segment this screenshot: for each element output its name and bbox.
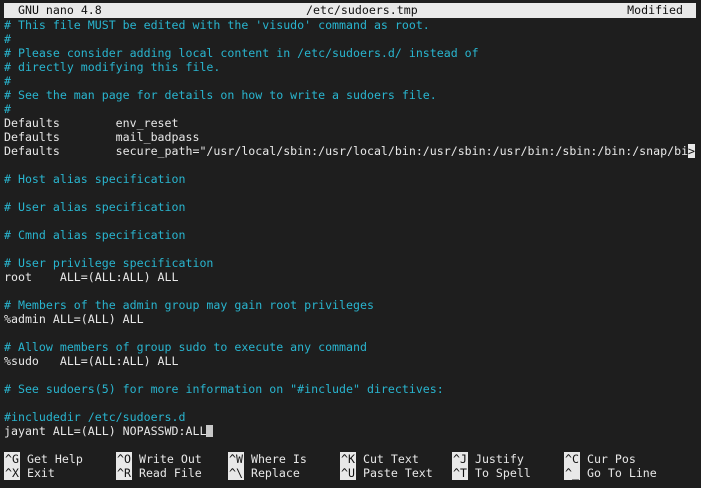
- shortcut-item[interactable]: ^G Get Help: [4, 452, 83, 466]
- editor-line[interactable]: jayant ALL=(ALL) NOPASSWD:ALL: [4, 424, 701, 438]
- editor-line-text: jayant ALL=(ALL) NOPASSWD:ALL: [4, 424, 207, 438]
- editor-line-text: # User alias specification: [4, 200, 186, 214]
- editor-line[interactable]: [4, 326, 701, 340]
- modified-status: Modified: [627, 3, 683, 17]
- editor-line[interactable]: # See the man page for details on how to…: [4, 88, 701, 102]
- editor-line-text: #: [4, 74, 11, 88]
- editor-version: GNU nano 4.8: [18, 3, 102, 17]
- editor-line-text: root ALL=(ALL:ALL) ALL: [4, 270, 179, 284]
- editor-line[interactable]: # Host alias specification: [4, 172, 701, 186]
- editor-line[interactable]: # Please consider adding local content i…: [4, 46, 701, 60]
- editor-line-text: Defaults mail_badpass: [4, 130, 200, 144]
- shortcut-item[interactable]: ^C Cur Pos: [564, 452, 636, 466]
- editor-line[interactable]: # User alias specification: [4, 200, 701, 214]
- editor-line-text: %admin ALL=(ALL) ALL: [4, 312, 144, 326]
- editor-line-text: # Please consider adding local content i…: [4, 46, 479, 60]
- shortcut-label: Cut Text: [362, 452, 419, 466]
- shortcut-item[interactable]: ^R Read File: [116, 466, 202, 480]
- editor-line[interactable]: Defaults mail_badpass: [4, 130, 701, 144]
- editor-line[interactable]: [4, 368, 701, 382]
- editor-line-text: #: [4, 32, 11, 46]
- shortcut-label: Read File: [138, 466, 202, 480]
- shortcut-key: ^K: [340, 452, 356, 466]
- shortcut-key: ^_: [564, 466, 580, 480]
- editor-line[interactable]: Defaults secure_path="/usr/local/sbin:/u…: [4, 144, 701, 158]
- editor-line[interactable]: %sudo ALL=(ALL:ALL) ALL: [4, 354, 701, 368]
- editor-line-text: Defaults env_reset: [4, 116, 179, 130]
- editor-line-text: # User privilege specification: [4, 256, 214, 270]
- shortcut-label: Justify: [474, 452, 524, 466]
- shortcut-label: Exit: [26, 466, 55, 480]
- shortcut-key: ^J: [452, 452, 468, 466]
- shortcut-key: ^O: [116, 452, 132, 466]
- nano-title-bar: GNU nano 4.8 /etc/sudoers.tmp Modified: [4, 3, 696, 18]
- editor-line[interactable]: # User privilege specification: [4, 256, 701, 270]
- shortcut-item[interactable]: ^U Paste Text: [340, 466, 433, 480]
- editor-line[interactable]: root ALL=(ALL:ALL) ALL: [4, 270, 701, 284]
- editor-line-text: # See sudoers(5) for more information on…: [4, 382, 444, 396]
- editor-line[interactable]: # See sudoers(5) for more information on…: [4, 382, 701, 396]
- shortcut-label: Cur Pos: [586, 452, 636, 466]
- file-name: /etc/sudoers.tmp: [306, 3, 418, 17]
- editor-line-text: Defaults secure_path="/usr/local/sbin:/u…: [4, 144, 689, 158]
- editor-line-text: %sudo ALL=(ALL:ALL) ALL: [4, 354, 179, 368]
- shortcut-item[interactable]: ^_ Go To Line: [564, 466, 657, 480]
- shortcut-key: ^W: [228, 452, 244, 466]
- editor-line[interactable]: [4, 284, 701, 298]
- shortcut-item[interactable]: ^J Justify: [452, 452, 524, 466]
- editor-line-text: #: [4, 102, 11, 116]
- editor-buffer[interactable]: # This file MUST be edited with the 'vis…: [4, 18, 701, 438]
- shortcut-label: Go To Line: [586, 466, 657, 480]
- shortcut-key: ^X: [4, 466, 20, 480]
- shortcut-key: ^U: [340, 466, 356, 480]
- shortcut-item[interactable]: ^K Cut Text: [340, 452, 419, 466]
- shortcut-label: Replace: [250, 466, 300, 480]
- editor-line-text: # Allow members of group sudo to execute…: [4, 340, 367, 354]
- shortcut-help-bar: ^G Get Help ^O Write Out ^W Where Is ^K Cut Tex…: [4, 452, 701, 480]
- text-cursor: [206, 425, 214, 437]
- editor-line-text: # This file MUST be edited with the 'vis…: [4, 18, 430, 32]
- shortcut-key: ^T: [452, 466, 468, 480]
- editor-line[interactable]: [4, 242, 701, 256]
- editor-line[interactable]: # Members of the admin group may gain ro…: [4, 298, 701, 312]
- shortcut-label: Paste Text: [362, 466, 433, 480]
- editor-line-text: # Host alias specification: [4, 172, 186, 186]
- editor-line[interactable]: # Allow members of group sudo to execute…: [4, 340, 701, 354]
- editor-line[interactable]: #includedir /etc/sudoers.d: [4, 410, 701, 424]
- editor-line-text: # Cmnd alias specification: [4, 228, 186, 242]
- shortcut-label: Get Help: [26, 452, 83, 466]
- editor-line[interactable]: # directly modifying this file.: [4, 60, 701, 74]
- editor-line[interactable]: [4, 396, 701, 410]
- shortcut-item[interactable]: ^W Where Is: [228, 452, 307, 466]
- line-overflow-indicator: >: [688, 144, 696, 158]
- shortcut-item[interactable]: ^\ Replace: [228, 466, 300, 480]
- editor-line[interactable]: Defaults env_reset: [4, 116, 701, 130]
- editor-line-text: #includedir /etc/sudoers.d: [4, 410, 186, 424]
- editor-line[interactable]: #: [4, 102, 701, 116]
- editor-line[interactable]: # This file MUST be edited with the 'vis…: [4, 18, 701, 32]
- shortcut-label: Write Out: [138, 452, 202, 466]
- editor-line-text: # See the man page for details on how to…: [4, 88, 437, 102]
- shortcut-item[interactable]: ^O Write Out: [116, 452, 202, 466]
- shortcut-item[interactable]: ^X Exit: [4, 466, 55, 480]
- editor-line-text: # Members of the admin group may gain ro…: [4, 298, 374, 312]
- shortcut-item[interactable]: ^T To Spell: [452, 466, 531, 480]
- shortcut-label: To Spell: [474, 466, 531, 480]
- shortcut-key: ^\: [228, 466, 244, 480]
- editor-line[interactable]: [4, 214, 701, 228]
- editor-line[interactable]: [4, 186, 701, 200]
- shortcut-key: ^G: [4, 452, 20, 466]
- shortcut-label: Where Is: [250, 452, 307, 466]
- editor-line[interactable]: %admin ALL=(ALL) ALL: [4, 312, 701, 326]
- terminal-window: GNU nano 4.8 /etc/sudoers.tmp Modified #…: [0, 0, 701, 488]
- editor-line[interactable]: [4, 158, 701, 172]
- editor-line-text: # directly modifying this file.: [4, 60, 221, 74]
- shortcut-key: ^R: [116, 466, 132, 480]
- editor-line[interactable]: #: [4, 32, 701, 46]
- editor-line[interactable]: #: [4, 74, 701, 88]
- shortcut-key: ^C: [564, 452, 580, 466]
- editor-line[interactable]: # Cmnd alias specification: [4, 228, 701, 242]
